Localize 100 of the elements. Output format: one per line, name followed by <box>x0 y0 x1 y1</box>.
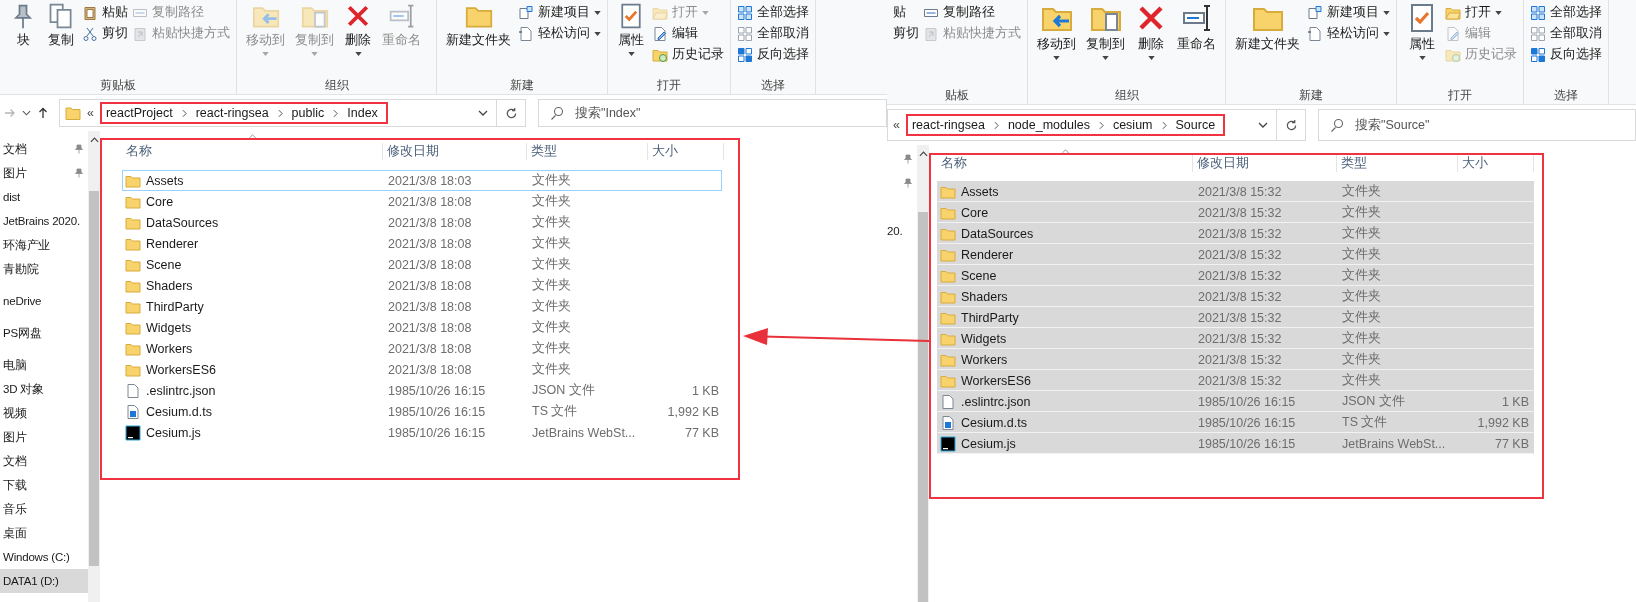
ribbon-button[interactable]: 轻松访问 <box>518 23 601 44</box>
ribbon-button[interactable]: 删除 <box>1132 2 1170 60</box>
column-header[interactable]: 名称 <box>122 142 383 160</box>
sidebar-item[interactable]: Windows (C:) <box>0 545 88 569</box>
sidebar-item[interactable]: DATA1 (D:) <box>0 569 88 593</box>
file-row[interactable]: Widgets 2021/3/8 18:08 文件夹 <box>122 317 722 338</box>
breadcrumb[interactable]: Index <box>347 106 378 120</box>
ribbon-button[interactable]: 粘贴 <box>82 2 128 23</box>
search-field[interactable]: 搜索"Source" <box>1318 109 1636 141</box>
file-row[interactable]: Core 2021/3/8 18:08 文件夹 <box>122 191 722 212</box>
file-row[interactable]: Scene 2021/3/8 18:08 文件夹 <box>122 254 722 275</box>
ribbon-button[interactable]: 历史记录 <box>652 44 724 65</box>
chevron-down-icon[interactable] <box>1258 122 1268 128</box>
address-bar[interactable]: « react-ringsea node_modules cesium Source <box>887 109 1277 141</box>
ribbon-button[interactable]: 新建项目 <box>518 2 601 23</box>
ribbon-button[interactable]: 属性 <box>614 2 648 56</box>
ribbon-button[interactable]: 属性 <box>1403 2 1441 60</box>
ribbon-button[interactable]: 反向选择 <box>1530 44 1602 65</box>
ribbon-button[interactable]: 新建文件夹 <box>1232 2 1303 53</box>
address-bar[interactable]: « reactProject react-ringsea public Index <box>59 99 497 127</box>
sidebar-item[interactable]: 文档 <box>0 137 88 161</box>
ribbon-button[interactable]: 块 <box>6 2 40 49</box>
scrollbar-thumb[interactable] <box>918 212 928 602</box>
breadcrumb[interactable]: Source <box>1175 118 1216 132</box>
file-row[interactable]: WorkersES6 2021/3/8 15:32 文件夹 <box>937 370 1534 391</box>
file-row[interactable]: Assets 2021/3/8 18:03 文件夹 <box>122 170 722 191</box>
overflow-chevron[interactable]: « <box>87 106 94 120</box>
up-caret-icon[interactable] <box>918 151 928 157</box>
file-row[interactable]: Workers 2021/3/8 15:32 文件夹 <box>937 349 1534 370</box>
chevron-down-icon[interactable] <box>22 110 31 116</box>
column-header[interactable]: 类型 <box>527 142 648 160</box>
sidebar-item[interactable]: dist <box>0 185 88 209</box>
ribbon-button[interactable]: 轻松访问 <box>1307 23 1390 44</box>
sidebar-item[interactable]: 图片 <box>0 161 88 185</box>
file-row[interactable]: Assets 2021/3/8 15:32 文件夹 <box>937 181 1534 202</box>
ribbon-button[interactable]: 复制到 <box>1083 2 1128 60</box>
file-row[interactable]: Cesium.d.ts 1985/10/26 16:15 TS 文件 1,992 KB <box>122 401 722 422</box>
sidebar-item[interactable]: 环海产业 <box>0 233 88 257</box>
sidebar-item[interactable]: JetBrains 2020. <box>0 209 88 233</box>
sidebar-item[interactable]: 文档 <box>0 449 88 473</box>
scrollbar-thumb[interactable] <box>89 191 99 566</box>
column-header[interactable]: 修改日期 <box>383 142 527 160</box>
file-row[interactable]: Widgets 2021/3/8 15:32 文件夹 <box>937 328 1534 349</box>
breadcrumb[interactable]: reactProject <box>105 106 173 120</box>
file-row[interactable]: Workers 2021/3/8 18:08 文件夹 <box>122 338 722 359</box>
chevron-down-icon[interactable] <box>478 110 488 116</box>
refresh-button[interactable] <box>1276 109 1306 141</box>
file-row[interactable]: DataSources 2021/3/8 15:32 文件夹 <box>937 223 1534 244</box>
sidebar-item[interactable]: 青勘院 <box>0 257 88 281</box>
refresh-button[interactable] <box>496 99 526 127</box>
column-header[interactable]: 大小 <box>648 142 724 160</box>
breadcrumb[interactable]: cesium <box>1112 118 1153 132</box>
file-row[interactable]: Shaders 2021/3/8 15:32 文件夹 <box>937 286 1534 307</box>
column-header[interactable]: 类型 <box>1337 155 1458 172</box>
ribbon-button[interactable]: 打开 <box>1445 2 1517 23</box>
sidebar-item[interactable]: 图片 <box>0 425 88 449</box>
overflow-chevron[interactable]: « <box>893 118 900 132</box>
ribbon-button[interactable]: 删除 <box>341 2 375 56</box>
column-header[interactable]: 修改日期 <box>1193 155 1337 172</box>
file-row[interactable]: Cesium.js 1985/10/26 16:15 JetBrains WebSt... 77 KB <box>937 433 1534 454</box>
breadcrumb[interactable]: react-ringsea <box>195 106 269 120</box>
ribbon-button[interactable]: 重命名 <box>1174 2 1219 53</box>
file-row[interactable]: Scene 2021/3/8 15:32 文件夹 <box>937 265 1534 286</box>
search-field[interactable]: 搜索"Index" <box>538 99 887 127</box>
file-row[interactable]: WorkersES6 2021/3/8 18:08 文件夹 <box>122 359 722 380</box>
ribbon-button[interactable]: 全部选择 <box>1530 2 1602 23</box>
ribbon-button[interactable]: 复制 <box>44 2 78 49</box>
file-row[interactable]: Cesium.d.ts 1985/10/26 16:15 TS 文件 1,992 KB <box>937 412 1534 433</box>
ribbon-button[interactable]: 全部取消 <box>1530 23 1602 44</box>
ribbon-button[interactable]: 编辑 <box>652 23 724 44</box>
ribbon-button[interactable]: 反向选择 <box>737 44 809 65</box>
sidebar-item[interactable]: PS网盘 <box>0 321 88 345</box>
file-row[interactable]: ThirdParty 2021/3/8 18:08 文件夹 <box>122 296 722 317</box>
ribbon-button[interactable]: 贴 <box>893 2 919 23</box>
sidebar-item[interactable]: 桌面 <box>0 521 88 545</box>
file-row[interactable]: Renderer 2021/3/8 18:08 文件夹 <box>122 233 722 254</box>
sidebar-item[interactable]: 视频 <box>0 401 88 425</box>
file-row[interactable]: ThirdParty 2021/3/8 15:32 文件夹 <box>937 307 1534 328</box>
file-row[interactable]: Renderer 2021/3/8 15:32 文件夹 <box>937 244 1534 265</box>
ribbon-button[interactable]: 全部选择 <box>737 2 809 23</box>
ribbon-button[interactable]: 剪切 <box>82 23 128 44</box>
up-caret-icon[interactable] <box>89 137 99 143</box>
file-row[interactable]: DataSources 2021/3/8 18:08 文件夹 <box>122 212 722 233</box>
ribbon-button[interactable]: 剪切 <box>893 23 919 44</box>
file-row[interactable]: Core 2021/3/8 15:32 文件夹 <box>937 202 1534 223</box>
breadcrumb[interactable]: react-ringsea <box>911 118 985 132</box>
file-row[interactable]: Cesium.js 1985/10/26 16:15 JetBrains WebSt... 77 KB <box>122 422 722 443</box>
sidebar-item[interactable]: neDrive <box>0 289 88 313</box>
ribbon-button[interactable]: 全部取消 <box>737 23 809 44</box>
file-row[interactable]: .eslintrc.json 1985/10/26 16:15 JSON 文件 1 KB <box>122 380 722 401</box>
file-row[interactable]: Shaders 2021/3/8 18:08 文件夹 <box>122 275 722 296</box>
sidebar-item[interactable]: 音乐 <box>0 497 88 521</box>
sidebar-item[interactable]: 下载 <box>0 473 88 497</box>
sidebar-item[interactable]: 3D 对象 <box>0 377 88 401</box>
ribbon-button[interactable]: 复制路径 <box>923 2 1021 23</box>
sidebar-item[interactable]: 电脑 <box>0 353 88 377</box>
column-header[interactable]: 大小 <box>1458 155 1534 172</box>
column-header[interactable]: 名称 <box>937 155 1193 172</box>
breadcrumb[interactable]: public <box>291 106 325 120</box>
sidebar-item[interactable]: 20. <box>887 219 917 243</box>
